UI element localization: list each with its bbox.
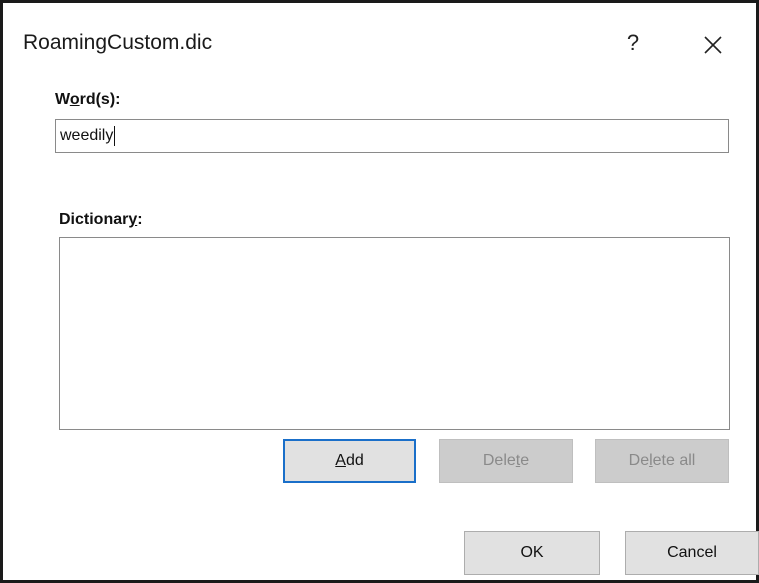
cancel-button[interactable]: Cancel xyxy=(625,531,759,575)
help-icon: ? xyxy=(626,30,640,55)
words-label: Word(s): xyxy=(55,91,121,108)
close-button[interactable] xyxy=(691,25,735,65)
delete-button[interactable]: Delete xyxy=(439,439,573,483)
dictionary-label: Dictionary: xyxy=(59,211,143,228)
add-button[interactable]: Add xyxy=(283,439,416,483)
text-caret xyxy=(114,125,116,146)
dialog-title: RoamingCustom.dic xyxy=(23,31,213,54)
close-icon xyxy=(704,36,722,54)
title-bar: RoamingCustom.dic ? xyxy=(3,3,756,83)
words-input-value: weedily xyxy=(60,127,114,144)
dictionary-list[interactable] xyxy=(59,237,730,430)
words-input[interactable]: weedily xyxy=(55,119,729,153)
dictionary-dialog: RoamingCustom.dic ? Word(s): weedily Dic… xyxy=(0,0,759,583)
ok-button[interactable]: OK xyxy=(464,531,600,575)
delete-all-button[interactable]: Delete all xyxy=(595,439,729,483)
help-button[interactable]: ? xyxy=(613,25,653,61)
